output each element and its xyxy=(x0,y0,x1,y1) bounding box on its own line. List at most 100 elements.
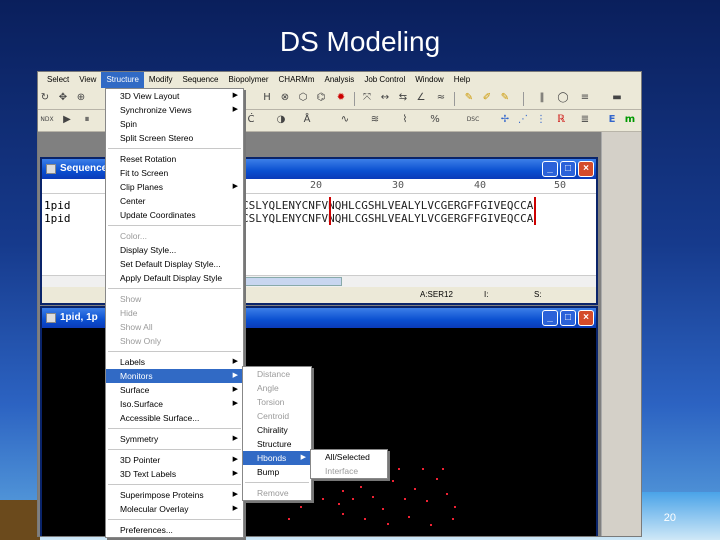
menu-item-molecular-overlay[interactable]: Molecular Overlay ▶ xyxy=(106,502,243,516)
distance-icon[interactable]: ↔ xyxy=(378,91,392,105)
sequence-row[interactable]: CSLYQLENYCNFVNQHLCGSHLVEALYLVCGERGFFGIVE… xyxy=(242,199,533,212)
menu-sequence[interactable]: Sequence xyxy=(177,72,223,88)
percent-icon[interactable]: % xyxy=(428,113,442,127)
sequence-name[interactable]: 1pid xyxy=(44,199,71,212)
amino-icon[interactable]: Å xyxy=(300,113,314,127)
menu-item-set-default-display-style[interactable]: Set Default Display Style... xyxy=(106,257,243,271)
menu-item-center[interactable]: Center xyxy=(106,194,243,208)
menu-item-monitors[interactable]: Monitors ▶ xyxy=(106,369,243,383)
menu-item-iso-surface[interactable]: Iso.Surface ▶ xyxy=(106,397,243,411)
menu-item-chirality[interactable]: Chirality xyxy=(243,423,311,437)
scroll-thumb[interactable] xyxy=(242,277,342,286)
line-icon[interactable]: ‖ xyxy=(535,91,549,105)
m-button[interactable]: m xyxy=(623,113,637,127)
menu-item-reset-rotation[interactable]: Reset Rotation xyxy=(106,152,243,166)
rotate-icon[interactable]: ↻ xyxy=(38,91,52,105)
menu-item-3d-pointer[interactable]: 3D Pointer ▶ xyxy=(106,453,243,467)
menu-select[interactable]: Select xyxy=(42,72,74,88)
menu-item-clip-planes[interactable]: Clip Planes ▶ xyxy=(106,180,243,194)
menu-biopolymer[interactable]: Biopolymer xyxy=(224,72,274,88)
pencil-icon[interactable]: ✎ xyxy=(462,91,476,105)
menu-item-centroid: Centroid xyxy=(243,409,311,423)
menu-structure[interactable]: Structure xyxy=(101,72,144,88)
menu-item-label: Spin xyxy=(120,119,138,129)
atom-h-icon[interactable]: H xyxy=(260,91,274,105)
menu-item-fit-to-screen[interactable]: Fit to Screen xyxy=(106,166,243,180)
submenu-arrow-icon: ▶ xyxy=(232,386,238,393)
submenu-arrow-icon: ▶ xyxy=(232,470,238,477)
menu-modify[interactable]: Modify xyxy=(144,72,178,88)
menu-item-all-selected[interactable]: All/Selected xyxy=(311,450,387,464)
menu-window[interactable]: Window xyxy=(410,72,448,88)
menu-item-apply-default-display-style[interactable]: Apply Default Display Style xyxy=(106,271,243,285)
torsion-icon[interactable]: ⇆ xyxy=(396,91,410,105)
atom-icon[interactable]: ⊗ xyxy=(278,91,292,105)
cc-icon[interactable]: Ċ xyxy=(244,113,258,127)
ndx-icon[interactable]: NDX xyxy=(40,113,54,127)
menu-item-accessible-surface[interactable]: Accessible Surface... xyxy=(106,411,243,425)
menu-item-label: Interface xyxy=(325,466,359,476)
atom-dot xyxy=(342,490,344,492)
draw-icon[interactable]: ✐ xyxy=(480,91,494,105)
menu-help[interactable]: Help xyxy=(449,72,475,88)
menu-item-structure[interactable]: Structure xyxy=(243,437,311,451)
menu-item-superimpose-proteins[interactable]: Superimpose Proteins ▶ xyxy=(106,488,243,502)
sequence-row[interactable]: CSLYQLENYCNFVNQHLCGSHLVEALYLVCGERGFFGIVE… xyxy=(242,212,533,225)
dock-icon[interactable]: ▬ xyxy=(610,91,624,105)
wave-icon[interactable]: ≈ xyxy=(434,91,448,105)
dlc-icon[interactable]: ◑ xyxy=(274,113,288,127)
menu-job-control[interactable]: Job Control xyxy=(359,72,410,88)
close-button[interactable]: × xyxy=(578,310,594,326)
e-button[interactable]: E xyxy=(605,113,619,127)
menu-analysis[interactable]: Analysis xyxy=(320,72,360,88)
menu-item-hbonds[interactable]: Hbonds ▶ xyxy=(243,451,311,465)
sketch-icon[interactable]: ✎ xyxy=(498,91,512,105)
menu-item-spin[interactable]: Spin xyxy=(106,117,243,131)
menu-item-bump[interactable]: Bump xyxy=(243,465,311,479)
menu-item-update-coordinates[interactable]: Update Coordinates xyxy=(106,208,243,222)
ring-icon[interactable]: ⬡ xyxy=(296,91,310,105)
scale-icon[interactable]: ≣ xyxy=(578,113,592,127)
slide-number: 20 xyxy=(663,512,676,524)
rank-icon[interactable]: ℝ xyxy=(554,113,568,127)
zoom-icon[interactable]: ⊕ xyxy=(74,91,88,105)
dsc-icon[interactable]: DSC xyxy=(466,113,480,127)
pointer-icon[interactable]: ✢ xyxy=(498,113,512,127)
maximize-button[interactable]: □ xyxy=(560,161,576,177)
minimize-button[interactable]: _ xyxy=(542,161,558,177)
grid-icon[interactable]: ⋮ xyxy=(534,113,548,127)
angle-icon[interactable]: ∠ xyxy=(414,91,428,105)
chain-icon[interactable]: ≋ xyxy=(368,113,382,127)
translate-icon[interactable]: ✥ xyxy=(56,91,70,105)
menu-view[interactable]: View xyxy=(74,72,101,88)
menu-item-preferences[interactable]: Preferences... xyxy=(106,523,243,537)
menu-charmm[interactable]: CHARMm xyxy=(274,72,320,88)
menu-item-display-style[interactable]: Display Style... xyxy=(106,243,243,257)
menu-item-symmetry[interactable]: Symmetry ▶ xyxy=(106,432,243,446)
menu-item-synchronize-views[interactable]: Synchronize Views ▶ xyxy=(106,103,243,117)
stick-icon[interactable]: ≡ xyxy=(578,91,592,105)
menu-item-surface[interactable]: Surface ▶ xyxy=(106,383,243,397)
play-icon[interactable]: ▶ xyxy=(60,113,74,127)
atom-dot xyxy=(446,493,448,495)
atom-dot xyxy=(364,518,366,520)
bond-icon[interactable]: ⌬ xyxy=(314,91,328,105)
menu-item-3d-text-labels[interactable]: 3D Text Labels ▶ xyxy=(106,467,243,481)
sphere-icon[interactable]: ◯ xyxy=(556,91,570,105)
maximize-button[interactable]: □ xyxy=(560,310,576,326)
residue-icon[interactable]: ∿ xyxy=(338,113,352,127)
network-icon[interactable]: ⋰ xyxy=(516,113,530,127)
helix-icon[interactable]: ⌇ xyxy=(398,113,412,127)
menu-item-labels[interactable]: Labels ▶ xyxy=(106,355,243,369)
pause-icon[interactable]: ⏸ xyxy=(80,113,94,127)
menu-item-split-screen-stereo[interactable]: Split Screen Stereo xyxy=(106,131,243,145)
atom-dot xyxy=(436,478,438,480)
menu-item-color: Color... xyxy=(106,229,243,243)
sequence-name[interactable]: 1pid xyxy=(44,212,71,225)
minimize-button[interactable]: _ xyxy=(542,310,558,326)
atom-dot xyxy=(312,488,314,490)
close-button[interactable]: × xyxy=(578,161,594,177)
link-icon[interactable]: ⤧ xyxy=(360,91,374,105)
molecule-icon[interactable]: ✹ xyxy=(334,91,348,105)
menu-item-3d-view-layout[interactable]: 3D View Layout ▶ xyxy=(106,89,243,103)
